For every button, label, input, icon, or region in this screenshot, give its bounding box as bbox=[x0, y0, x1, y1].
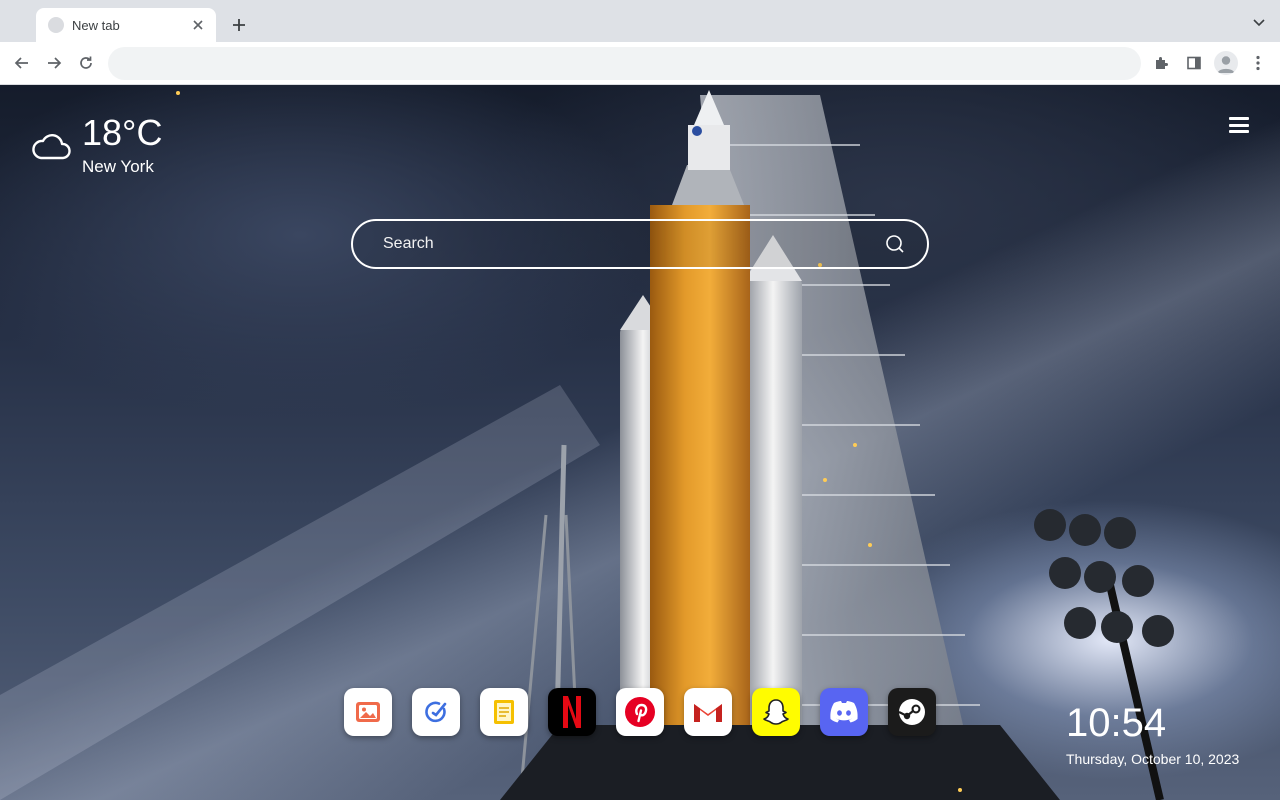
pinterest-icon bbox=[625, 697, 655, 727]
active-tab[interactable]: New tab bbox=[36, 8, 216, 42]
plus-icon bbox=[233, 19, 245, 31]
netflix-icon bbox=[563, 696, 581, 728]
more-vertical-icon bbox=[1256, 55, 1260, 71]
clock-widget: 10:54 Thursday, October 10, 2023 bbox=[1066, 701, 1239, 767]
temperature: 18°C bbox=[82, 112, 163, 153]
app-dock bbox=[344, 688, 936, 736]
cloud-icon bbox=[32, 134, 71, 160]
puzzle-icon bbox=[1156, 57, 1168, 69]
search-box[interactable] bbox=[351, 219, 929, 269]
new-tab-page: 18°C New York Search 10:54 Thursday, Oct… bbox=[0, 85, 1280, 800]
hamburger-icon-bar bbox=[1229, 117, 1249, 120]
reload-icon bbox=[80, 56, 92, 69]
search-input[interactable] bbox=[383, 221, 863, 267]
reload-button[interactable] bbox=[72, 49, 100, 77]
browser-toolbar bbox=[0, 42, 1280, 85]
image-icon bbox=[356, 702, 380, 722]
gallery-shortcut[interactable] bbox=[344, 688, 392, 736]
tasks-shortcut[interactable] bbox=[412, 688, 460, 736]
browser-menu-button[interactable] bbox=[1244, 49, 1272, 77]
snapchat-icon bbox=[763, 699, 789, 725]
tab-strip: New tab bbox=[0, 0, 1280, 42]
tab-favicon-icon bbox=[48, 17, 64, 33]
notes-shortcut[interactable] bbox=[480, 688, 528, 736]
gmail-shortcut[interactable] bbox=[684, 688, 732, 736]
steam-icon bbox=[898, 699, 925, 725]
discord-shortcut[interactable] bbox=[820, 688, 868, 736]
hamburger-icon-bar bbox=[1229, 130, 1249, 133]
note-icon bbox=[494, 700, 514, 724]
gmail-icon bbox=[694, 704, 722, 722]
netflix-shortcut[interactable] bbox=[548, 688, 596, 736]
weather-text: 18°C New York bbox=[82, 113, 162, 177]
discord-icon bbox=[830, 701, 858, 723]
profile-avatar[interactable] bbox=[1214, 51, 1238, 75]
back-button[interactable] bbox=[8, 49, 36, 77]
search-icon[interactable] bbox=[885, 234, 905, 254]
tab-title: New tab bbox=[72, 17, 120, 33]
side-panel-button[interactable] bbox=[1180, 49, 1208, 77]
weather-city: New York bbox=[82, 157, 154, 176]
weather-widget[interactable]: 18°C New York bbox=[30, 113, 162, 177]
clock-time: 10:54 bbox=[1066, 701, 1167, 745]
pinterest-shortcut[interactable] bbox=[616, 688, 664, 736]
extensions-button[interactable] bbox=[1148, 49, 1176, 77]
snapchat-shortcut[interactable] bbox=[752, 688, 800, 736]
hamburger-icon-bar bbox=[1229, 123, 1249, 127]
close-tab-icon[interactable] bbox=[190, 17, 206, 33]
person-icon bbox=[1217, 56, 1235, 73]
clock-date: Thursday, October 10, 2023 bbox=[1066, 751, 1240, 767]
chevron-down-icon bbox=[1253, 19, 1265, 27]
steam-shortcut[interactable] bbox=[888, 688, 936, 736]
address-bar[interactable] bbox=[108, 47, 1141, 80]
forward-button[interactable] bbox=[40, 49, 68, 77]
menu-button[interactable] bbox=[1227, 115, 1251, 135]
tab-search-button[interactable] bbox=[1248, 12, 1270, 34]
side-panel-icon bbox=[1187, 56, 1201, 70]
new-tab-button[interactable] bbox=[226, 12, 252, 38]
arrow-right-icon bbox=[48, 57, 62, 69]
arrow-left-icon bbox=[14, 57, 28, 69]
check-circle-icon bbox=[425, 701, 447, 723]
